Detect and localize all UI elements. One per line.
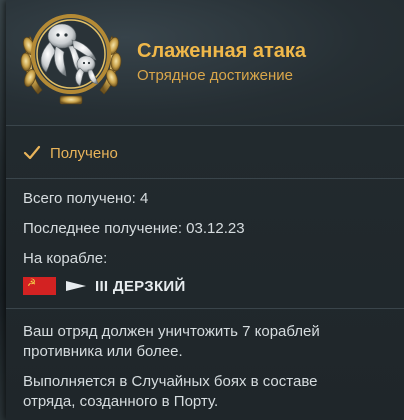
total-received-text: Всего получено: 4 (23, 190, 149, 207)
condition-text: Выполняется в Случайных боях в составе (23, 373, 318, 390)
checkmark-icon (23, 145, 41, 160)
achievement-tooltip: Слаженная атака Отрядное достижение Полу… (6, 0, 404, 420)
condition-text: отряда, созданного в Порту. (23, 393, 219, 410)
description-text: Ваш отряд должен уничтожить 7 кораблей (23, 323, 320, 340)
ussr-flag-icon: ☭ (23, 277, 56, 295)
destroyer-icon (66, 281, 86, 291)
description-text: противника или более. (23, 343, 183, 360)
achievement-subtitle: Отрядное достижение (137, 67, 293, 84)
tooltip-header: Слаженная атака Отрядное достижение (6, 0, 404, 125)
ship-name: III ДЕРЗКИЙ (95, 277, 186, 295)
achievement-title: Слаженная атака (137, 40, 306, 62)
last-received-text: Последнее получение: 03.12.23 (23, 220, 245, 237)
status-row: Получено (6, 135, 404, 171)
on-ship-label: На корабле: (23, 250, 108, 267)
ship-row: ☭ III ДЕРЗКИЙ (23, 277, 186, 295)
divider (6, 308, 404, 309)
octopus-emblem-icon (20, 14, 122, 105)
divider (6, 178, 404, 179)
divider (6, 125, 404, 126)
status-label: Получено (50, 144, 118, 162)
